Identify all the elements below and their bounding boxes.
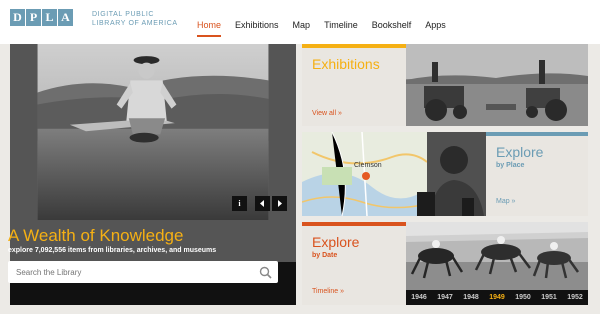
explore-date-title: Explore [312, 234, 360, 250]
nav-exhibitions[interactable]: Exhibitions [235, 19, 279, 37]
year-strip: 1946 1947 1948 1949 1950 1951 1952 [406, 290, 588, 305]
exhibition-photo [406, 44, 588, 126]
main-nav: Home Exhibitions Map Timeline Bookshelf … [190, 19, 453, 37]
tile-accent-bar [302, 44, 406, 48]
logo-tagline: DIGITAL PUBLIC LIBRARY OF AMERICA [92, 11, 178, 27]
explore-date-subtitle: by Date [312, 252, 338, 259]
explore-date-tile[interactable]: Explore by Date Timeline » [302, 222, 406, 305]
logo-letter: L [42, 9, 57, 26]
chevron-right-icon [278, 200, 282, 207]
logo-letter: D [10, 9, 25, 26]
exhibitions-title: Exhibitions [312, 56, 380, 72]
tile-accent-bar [302, 222, 406, 226]
logo-letter: P [26, 9, 41, 26]
header: D P L A DIGITAL PUBLIC LIBRARY OF AMERIC… [0, 0, 600, 44]
timeline-link[interactable]: Timeline » [312, 288, 344, 295]
year-item[interactable]: 1948 [458, 290, 484, 305]
hero-subtitle: explore 7,092,556 items from libraries, … [8, 247, 217, 254]
place-map[interactable]: Clemson [302, 132, 486, 216]
search-box [8, 261, 278, 283]
map-link[interactable]: Map » [496, 198, 515, 205]
prev-button[interactable] [255, 196, 270, 211]
nav-bookshelf[interactable]: Bookshelf [372, 19, 412, 37]
search-icon[interactable] [259, 266, 272, 279]
year-item[interactable]: 1946 [406, 290, 432, 305]
info-button[interactable]: i [232, 196, 247, 211]
explore-place-subtitle: by Place [496, 162, 525, 169]
hero-title: A Wealth of Knowledge [8, 226, 184, 245]
tile-accent-bar [486, 132, 588, 136]
explore-place-tile[interactable]: Explore by Place Map » [486, 132, 588, 216]
year-item[interactable]: 1952 [562, 290, 588, 305]
year-item[interactable]: 1951 [536, 290, 562, 305]
map-label: Clemson [354, 162, 382, 169]
nav-home[interactable]: Home [197, 19, 222, 37]
nav-timeline[interactable]: Timeline [324, 19, 358, 37]
year-item[interactable]: 1947 [432, 290, 458, 305]
chevron-left-icon [260, 200, 264, 207]
next-button[interactable] [272, 196, 287, 211]
logo-letter: A [58, 9, 73, 26]
year-item[interactable]: 1950 [510, 290, 536, 305]
dpla-logo[interactable]: D P L A [10, 9, 73, 26]
hero-photo [37, 44, 269, 220]
view-all-link[interactable]: View all » [312, 110, 342, 117]
exhibitions-tile[interactable]: Exhibitions View all » [302, 44, 406, 126]
nav-apps[interactable]: Apps [425, 19, 446, 37]
search-input[interactable] [8, 261, 248, 283]
explore-place-title: Explore [496, 144, 544, 160]
horse-race-photo [406, 222, 588, 290]
nav-map[interactable]: Map [293, 19, 311, 37]
year-item-selected[interactable]: 1949 [484, 290, 510, 305]
